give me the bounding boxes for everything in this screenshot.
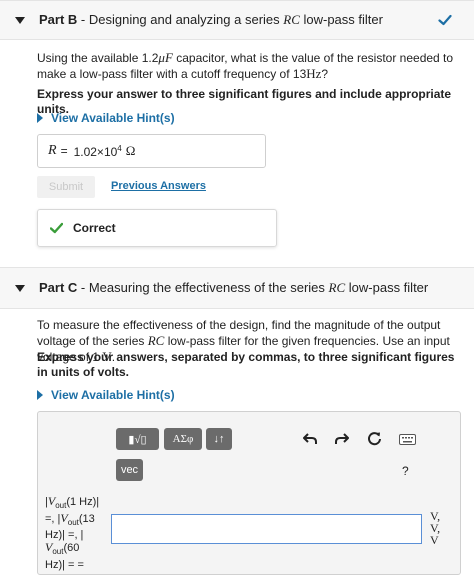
hint-arrow-icon (37, 113, 43, 123)
caret-down-icon[interactable] (15, 284, 25, 292)
sort-button[interactable]: ↓↑ (206, 428, 232, 450)
part-c-hint-link[interactable]: View Available Hint(s) (37, 388, 175, 402)
help-button[interactable]: ? (402, 464, 409, 478)
templates-button[interactable]: ▮√▯ (116, 428, 159, 450)
answer-value: 1.02×104 (73, 143, 122, 159)
redo-icon[interactable] (334, 431, 350, 447)
part-b-question: Using the available 1.2μF capacitor, wha… (37, 50, 454, 81)
part-b-title: Part B - Designing and analyzing a serie… (39, 12, 383, 27)
reset-icon[interactable] (366, 430, 382, 446)
part-c-instruction: Express your answers, separated by comma… (37, 350, 455, 379)
correct-feedback: Correct (37, 209, 277, 247)
part-b-header[interactable]: Part B - Designing and analyzing a serie… (0, 0, 474, 40)
vec-button[interactable]: vec (116, 459, 143, 481)
previous-answers-link[interactable]: Previous Answers (111, 180, 206, 192)
submit-button[interactable]: Submit (37, 176, 95, 198)
hint-arrow-icon (37, 390, 43, 400)
part-c-title: Part C - Measuring the effectiveness of … (39, 280, 429, 295)
caret-down-icon[interactable] (15, 16, 25, 24)
answer-input[interactable] (111, 514, 422, 544)
part-b-answer-field: R = 1.02×104 Ω (37, 134, 266, 168)
undo-icon[interactable] (302, 431, 318, 447)
units-label: V, V, V (430, 509, 441, 547)
greek-symbols-button[interactable]: ΑΣφ (164, 428, 202, 450)
keyboard-icon[interactable] (398, 431, 416, 447)
check-icon (438, 14, 452, 26)
correct-check-icon (50, 222, 63, 234)
answer-label: |Vout(1 Hz)| =, |Vout(13 Hz)| =, | Vout(… (45, 494, 100, 571)
part-b-hint-link[interactable]: View Available Hint(s) (37, 111, 175, 125)
part-c-header[interactable]: Part C - Measuring the effectiveness of … (0, 267, 474, 309)
